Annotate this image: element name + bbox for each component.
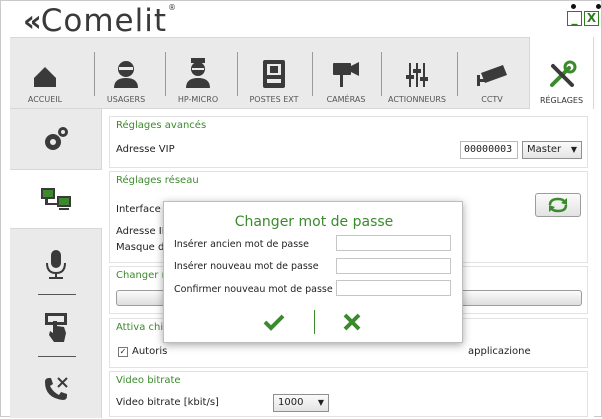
dialog-title: Changer mot de passe [234, 214, 394, 230]
section-title: Réglages avancés [116, 120, 207, 131]
sidebar-item-network[interactable] [10, 169, 103, 229]
actuator-icon [406, 63, 428, 87]
new-password-label: Insérer nouveau mot de passe [174, 261, 319, 272]
gears-icon [45, 127, 68, 150]
section-title: Réglages réseau [116, 175, 199, 186]
settings-sidebar [10, 109, 103, 419]
nav-divider [312, 52, 313, 96]
video-bitrate-label: Video bitrate [kbit/s] [116, 397, 219, 408]
home-icon [34, 67, 56, 87]
sidebar-item-audio[interactable] [10, 234, 102, 294]
chevron-down-icon: ▼ [317, 398, 324, 407]
old-password-input[interactable] [336, 235, 451, 251]
cctv-icon [477, 65, 507, 86]
nav-divider [381, 52, 382, 96]
vip-address-field[interactable]: 00000003 [460, 141, 518, 159]
indicator-dot [571, 4, 576, 9]
authorize-label: Autoris [132, 346, 168, 357]
nav-divider [457, 52, 458, 96]
user-icon [114, 61, 138, 88]
sidebar-item-advanced[interactable] [10, 109, 102, 169]
refresh-button[interactable] [535, 193, 581, 217]
indicator-dot [596, 4, 601, 9]
app-label: applicazione [468, 346, 531, 357]
section-title: Attiva chiu [116, 322, 170, 333]
role-select[interactable]: Master ▼ [522, 141, 582, 159]
change-password-dialog: Changer mot de passe Insérer ancien mot … [163, 201, 463, 343]
sidebar-divider [38, 294, 76, 295]
dialog-divider [314, 310, 315, 334]
video-bitrate-select[interactable]: 1000 ▼ [273, 394, 329, 412]
x-icon [343, 313, 361, 331]
nav-label: POSTES EXT [249, 95, 299, 104]
video-bitrate-value: 1000 [278, 397, 304, 408]
operator-icon [186, 58, 210, 88]
nav-label: USAGERS [106, 95, 146, 104]
logo-mark-icon: « [23, 4, 42, 38]
nav-hp-micro[interactable]: HP-MICRO [170, 38, 226, 110]
nav-divider [237, 52, 238, 96]
authorize-checkbox[interactable]: ✓ [118, 347, 128, 357]
minimize-button[interactable]: _ [567, 11, 582, 26]
advanced-settings-section: Réglages avancés Adresse VIP 00000003 Ma… [109, 116, 588, 168]
app-window: « Comelit® _ X ACCUEIL USAGERS HP-MICRO … [0, 0, 602, 419]
touch-icon [45, 313, 67, 342]
nav-usagers[interactable]: USAGERS [98, 38, 154, 110]
interface-label: Interface r [116, 204, 169, 215]
nav-accueil[interactable]: ACCUEIL [10, 38, 80, 110]
chevron-down-icon: ▼ [570, 145, 577, 154]
network-icon [40, 188, 71, 210]
sidebar-item-phone[interactable] [10, 359, 102, 419]
phone-settings-icon [45, 377, 68, 400]
nav-divider [165, 52, 166, 96]
nav-cctv[interactable]: CCTV [462, 38, 522, 110]
nav-divider [94, 52, 95, 96]
tools-icon [549, 60, 576, 87]
nav-label: RÉGLAGES [539, 96, 584, 105]
comelit-logo: « Comelit® [23, 3, 177, 39]
nav-label: CCTV [481, 95, 503, 104]
sidebar-item-touch[interactable] [10, 297, 102, 357]
nav-label: ACTIONNEURS [388, 95, 446, 104]
old-password-label: Insérer ancien mot de passe [174, 239, 309, 250]
nav-label: CAMÉRAS [326, 95, 366, 104]
confirm-password-label: Confirmer nouveau mot de passe [174, 284, 333, 295]
nav-cameras[interactable]: CAMÉRAS [316, 38, 376, 110]
cancel-button[interactable] [337, 309, 367, 335]
close-button[interactable]: X [584, 11, 599, 26]
vip-address-label: Adresse VIP [116, 144, 175, 155]
confirm-button[interactable] [259, 309, 289, 335]
confirm-password-input[interactable] [336, 280, 451, 296]
nav-reglages[interactable]: RÉGLAGES [529, 37, 594, 111]
top-navigation: ACCUEIL USAGERS HP-MICRO POSTES EXT CAMÉ… [10, 37, 594, 111]
section-title: Video bitrate [116, 375, 181, 386]
nav-label: HP-MICRO [177, 95, 219, 104]
camera-icon [333, 62, 359, 87]
video-bitrate-section: Video bitrate Video bitrate [kbit/s] 100… [109, 371, 588, 417]
ip-address-label: Adresse IP [116, 226, 168, 237]
microphone-icon [46, 250, 66, 279]
door-station-icon [263, 60, 285, 88]
new-password-input[interactable] [336, 258, 451, 274]
nav-actionneurs[interactable]: ACTIONNEURS [383, 38, 451, 110]
nav-label: ACCUEIL [27, 95, 63, 104]
check-icon [263, 314, 285, 331]
role-select-value: Master [527, 144, 562, 155]
logo-text: Comelit® [40, 3, 177, 39]
sidebar-divider [38, 356, 76, 357]
nav-postes-ext[interactable]: POSTES EXT [241, 38, 307, 110]
refresh-icon [548, 197, 568, 213]
